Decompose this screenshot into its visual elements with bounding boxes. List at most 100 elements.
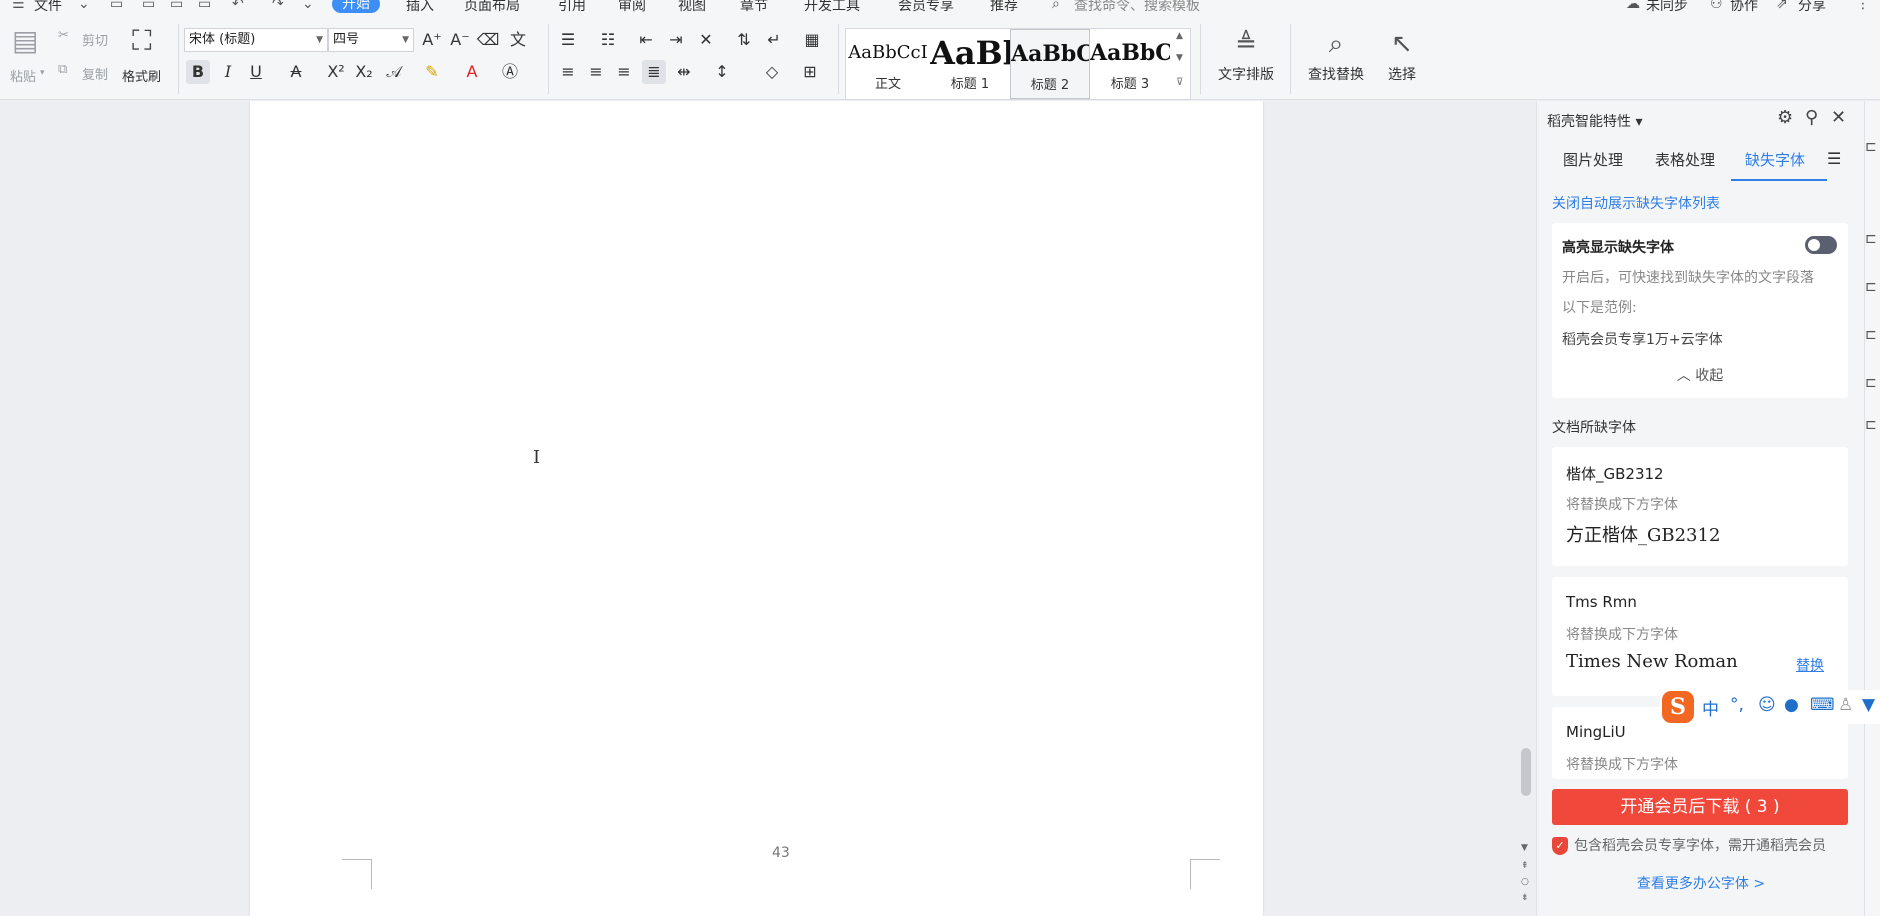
- close-icon[interactable]: ✕: [1831, 107, 1846, 128]
- align-center-icon[interactable]: ≡: [584, 60, 608, 84]
- print-preview-icon[interactable]: ▭: [198, 0, 211, 12]
- select-button[interactable]: ↖ 选择: [1378, 24, 1426, 84]
- paste-button[interactable]: 粘贴: [10, 66, 36, 85]
- phonetic-guide-icon[interactable]: 文: [506, 28, 530, 52]
- scrollbar-thumb[interactable]: [1521, 748, 1531, 796]
- save-icon[interactable]: ▭: [110, 0, 123, 12]
- keyboard-icon[interactable]: ⌨: [1810, 695, 1835, 715]
- find-replace-button[interactable]: ⌕ 查找替换: [1296, 24, 1376, 84]
- styles-scroll-down-icon[interactable]: ▼: [1176, 53, 1183, 63]
- download-button[interactable]: 开通会员后下载 ( 3 ): [1552, 789, 1848, 825]
- tab-page-layout[interactable]: 页面布局: [464, 0, 520, 14]
- document-area[interactable]: I 43: [0, 101, 1520, 916]
- quick-access-chevron-icon[interactable]: ⌄: [302, 0, 314, 12]
- justify-icon[interactable]: ≣: [642, 60, 666, 84]
- subscript-icon[interactable]: X₂: [352, 60, 376, 84]
- sidebar-tool-icon[interactable]: ⊏: [1865, 327, 1877, 343]
- print-icon[interactable]: ▭: [170, 0, 183, 12]
- collab-icon[interactable]: ⚇: [1710, 0, 1723, 12]
- sogou-logo-icon[interactable]: S: [1662, 691, 1694, 723]
- more-icon[interactable]: ⋮: [1856, 0, 1870, 12]
- hamburger-icon[interactable]: ☰: [12, 0, 25, 12]
- sidebar-tool-icon[interactable]: ⊏: [1865, 231, 1877, 247]
- select-browse-icon[interactable]: ○: [1521, 877, 1529, 887]
- grow-font-icon[interactable]: A⁺: [420, 28, 444, 52]
- sidebar-tool-icon[interactable]: ⊏: [1865, 417, 1877, 433]
- superscript-icon[interactable]: X²: [324, 60, 348, 84]
- paste-chevron-icon[interactable]: ▾: [40, 68, 45, 78]
- sync-status[interactable]: 未同步: [1646, 0, 1688, 14]
- prev-page-icon[interactable]: ⇞: [1521, 861, 1529, 871]
- char-border-icon[interactable]: Ⓐ: [498, 60, 522, 84]
- highlight-icon[interactable]: ✎: [420, 60, 444, 84]
- tab-home[interactable]: 开始: [332, 0, 380, 13]
- italic-icon[interactable]: I: [216, 60, 240, 84]
- font-color-icon[interactable]: A: [460, 60, 484, 84]
- numbered-list-icon[interactable]: ☷: [596, 28, 620, 52]
- styles-expand-icon[interactable]: ⊽: [1176, 77, 1183, 88]
- paste-icon[interactable]: ▤: [12, 24, 38, 57]
- panel-title[interactable]: 稻壳智能特性 ▾: [1547, 111, 1642, 131]
- cut-button[interactable]: 剪切: [82, 30, 108, 49]
- tab-developer[interactable]: 开发工具: [804, 0, 860, 14]
- tab-missing-fonts[interactable]: 缺失字体: [1745, 149, 1805, 170]
- shading-icon[interactable]: ◇: [760, 60, 784, 84]
- skin-icon[interactable]: ▼: [1862, 695, 1875, 715]
- collapse-button[interactable]: ︿ 收起: [1552, 365, 1848, 385]
- table-tools-icon[interactable]: ▦: [800, 28, 824, 52]
- command-search-input[interactable]: 查找命令、搜索模板: [1074, 0, 1200, 14]
- menu-file[interactable]: 文件: [34, 0, 62, 14]
- clear-format-icon[interactable]: ⌫: [476, 28, 500, 52]
- font-name-select[interactable]: 宋体 (标题) ▼: [184, 28, 328, 52]
- tab-references[interactable]: 引用: [558, 0, 586, 14]
- sort-icon[interactable]: ⇅: [732, 28, 756, 52]
- increase-indent-icon[interactable]: ⇥: [664, 28, 688, 52]
- pin-icon[interactable]: ⚲: [1805, 107, 1818, 128]
- ime-toolbar[interactable]: S 中 °, ☺ ● ⌨ ♙ ▼: [1660, 690, 1880, 724]
- style-heading-1[interactable]: AaBl 标题 1: [930, 29, 1010, 99]
- shrink-font-icon[interactable]: A⁻: [448, 28, 472, 52]
- decrease-indent-icon[interactable]: ⇤: [634, 28, 658, 52]
- tab-member[interactable]: 会员专享: [898, 0, 954, 14]
- close-auto-show-link[interactable]: 关闭自动展示缺失字体列表: [1552, 193, 1720, 213]
- cloud-sync-icon[interactable]: ☁: [1626, 0, 1640, 12]
- show-marks-icon[interactable]: ↵: [762, 28, 786, 52]
- bold-icon[interactable]: B: [186, 60, 210, 84]
- sidebar-tool-icon[interactable]: ⊏: [1865, 375, 1877, 391]
- microphone-icon[interactable]: ●: [1784, 695, 1799, 715]
- chevron-down-icon[interactable]: ⌄: [78, 0, 90, 12]
- tab-review[interactable]: 审阅: [618, 0, 646, 14]
- replace-link[interactable]: 替换: [1796, 655, 1824, 675]
- share-icon[interactable]: ⇗: [1776, 0, 1788, 12]
- highlight-toggle[interactable]: [1805, 236, 1837, 254]
- style-normal[interactable]: AaBbCcI 正文: [848, 29, 928, 99]
- format-painter-button[interactable]: 格式刷: [122, 66, 161, 85]
- borders-icon[interactable]: ⊞: [798, 60, 822, 84]
- next-page-icon[interactable]: ⇟: [1521, 893, 1529, 903]
- share-button[interactable]: 分享: [1798, 0, 1826, 14]
- more-fonts-link[interactable]: 查看更多办公字体 >: [1537, 873, 1865, 893]
- scroll-down-icon[interactable]: ▼: [1521, 843, 1528, 853]
- sidebar-tool-icon[interactable]: ⊏: [1865, 139, 1877, 155]
- sidebar-tool-icon[interactable]: ⊏: [1865, 279, 1877, 295]
- text-layout-button[interactable]: ≜ 文字排版: [1206, 24, 1286, 84]
- tab-insert[interactable]: 插入: [406, 0, 434, 14]
- user-icon[interactable]: ♙: [1838, 695, 1853, 715]
- emoji-icon[interactable]: ☺: [1758, 695, 1776, 715]
- ime-mode[interactable]: 中: [1702, 695, 1719, 720]
- collab-button[interactable]: 协作: [1730, 0, 1758, 14]
- document-page[interactable]: [250, 101, 1263, 916]
- redo-icon[interactable]: ↷: [272, 0, 284, 12]
- copy-button[interactable]: 复制: [82, 64, 108, 83]
- tab-recommend[interactable]: 推荐: [990, 0, 1018, 14]
- save-as-icon[interactable]: ▭: [142, 0, 155, 12]
- gear-icon[interactable]: ⚙: [1777, 107, 1793, 128]
- font-size-select[interactable]: 四号 ▼: [328, 28, 414, 52]
- style-heading-3[interactable]: AaBbC 标题 3: [1090, 29, 1170, 99]
- tab-view[interactable]: 视图: [678, 0, 706, 14]
- chinese-layout-icon[interactable]: ✕: [694, 28, 718, 52]
- tab-table-processing[interactable]: 表格处理: [1655, 149, 1715, 170]
- strikethrough-icon[interactable]: A: [284, 60, 308, 84]
- document-scrollbar[interactable]: ▼ ⇞ ○ ⇟: [1518, 101, 1534, 916]
- bullet-list-icon[interactable]: ☰: [556, 28, 580, 52]
